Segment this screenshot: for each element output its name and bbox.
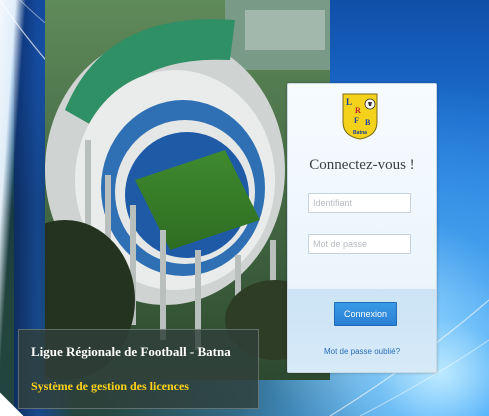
logo-caption: Batna — [353, 130, 367, 136]
logo-letter-f: F — [354, 116, 359, 125]
league-title: Ligue Régionale de Football - Batna — [31, 344, 231, 359]
logo-letter-b: B — [365, 118, 371, 127]
system-subtitle: Système de gestion des licences — [31, 379, 189, 393]
corner-decoration — [0, 386, 28, 416]
league-banner: Ligue Régionale de Football - Batna Syst… — [18, 329, 259, 409]
forgot-password-link[interactable]: Mot de passe oublié? — [288, 347, 436, 356]
password-input[interactable] — [308, 234, 411, 254]
username-input[interactable] — [308, 193, 411, 213]
login-title: Connectez-vous ! — [309, 157, 415, 173]
logo-letter-l: L — [346, 97, 352, 107]
login-button[interactable]: Connexion — [334, 302, 397, 326]
logo-letter-r: R — [355, 106, 361, 115]
lrfb-logo: L R F B Batna — [342, 93, 378, 140]
login-panel: L R F B Batna Connectez-vous ! Connexion… — [287, 83, 437, 373]
